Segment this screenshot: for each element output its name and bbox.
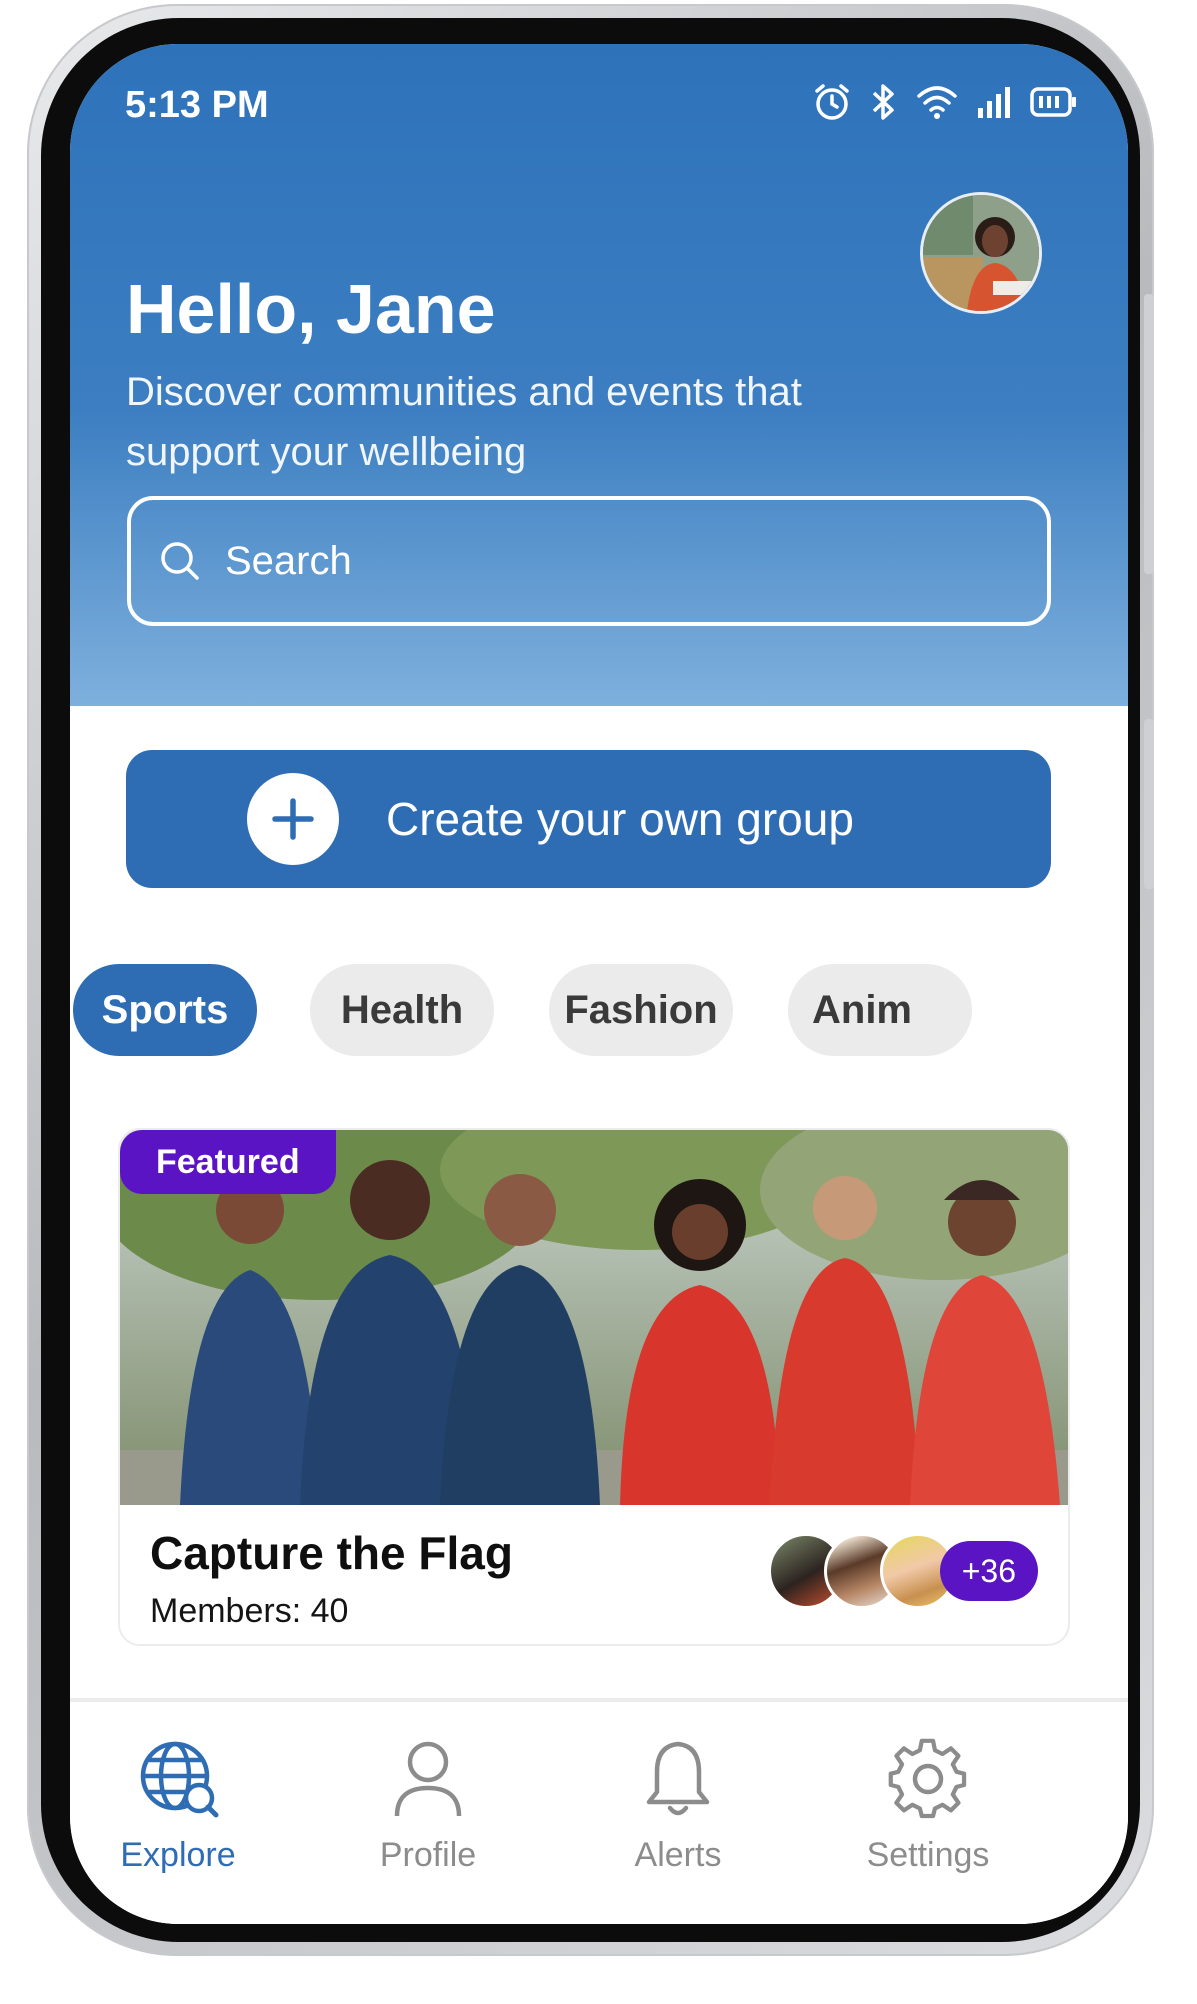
- alarm-icon: [815, 84, 849, 120]
- search-input[interactable]: [223, 537, 987, 585]
- featured-badge: Featured: [120, 1130, 336, 1194]
- member-avatars: +36: [767, 1533, 1038, 1609]
- gear-icon: [888, 1738, 967, 1819]
- category-chip-animals[interactable]: Anim: [788, 964, 972, 1056]
- category-chip-fashion[interactable]: Fashion: [549, 964, 733, 1056]
- category-chips: Sports Health Fashion Anim: [70, 964, 1128, 1056]
- category-chip-label: Anim: [812, 987, 912, 1032]
- volume-button: [1144, 294, 1154, 574]
- bell-icon: [646, 1741, 710, 1816]
- tab-settings[interactable]: Settings: [828, 1738, 1028, 1875]
- globe-search-icon: [140, 1741, 219, 1818]
- plus-icon: [247, 773, 339, 865]
- bottom-tab-bar: Explore Profile Alerts Settings: [70, 1698, 1128, 1924]
- signal-icon: [978, 87, 1010, 118]
- profile-avatar[interactable]: [920, 192, 1042, 314]
- wifi-icon: [917, 86, 957, 119]
- members-count: 40: [310, 1592, 349, 1630]
- bluetooth-icon: [872, 84, 894, 120]
- status-icons: [812, 82, 1078, 122]
- group-photo: Featured: [120, 1130, 1068, 1505]
- greeting-title: Hello, Jane: [126, 270, 496, 348]
- category-chip-label: Fashion: [564, 987, 718, 1032]
- group-title: Capture the Flag: [150, 1527, 513, 1579]
- avatar-photo: [923, 195, 1039, 311]
- create-group-label: Create your own group: [386, 793, 854, 845]
- tab-profile[interactable]: Profile: [328, 1738, 528, 1875]
- search-icon: [161, 542, 199, 580]
- header: 5:13 PM Hello, Jane Discover communities…: [70, 44, 1128, 706]
- create-group-button[interactable]: Create your own group: [126, 750, 1051, 888]
- tab-label: Settings: [866, 1836, 990, 1874]
- members-label: Members:: [150, 1592, 302, 1630]
- tab-label: Profile: [379, 1836, 477, 1874]
- tab-label: Explore: [120, 1836, 236, 1874]
- tab-alerts[interactable]: Alerts: [578, 1738, 778, 1875]
- tab-label: Alerts: [634, 1836, 722, 1874]
- user-icon: [394, 1741, 462, 1817]
- app-screen: 5:13 PM Hello, Jane Discover communities…: [70, 44, 1128, 1924]
- search-bar[interactable]: [127, 496, 1051, 626]
- category-chip-label: Sports: [101, 987, 229, 1032]
- featured-group-card[interactable]: Featured Capture the Flag Members: 40 +3…: [118, 1128, 1070, 1646]
- more-members-badge: +36: [939, 1541, 1038, 1601]
- status-time: 5:13 PM: [125, 84, 269, 126]
- greeting-subtitle: Discover communities and events that sup…: [126, 370, 802, 474]
- tab-explore[interactable]: Explore: [78, 1738, 278, 1875]
- category-chip-health[interactable]: Health: [310, 964, 494, 1056]
- category-chip-label: Health: [340, 987, 464, 1032]
- group-members: Members: 40: [150, 1592, 348, 1631]
- category-chip-sports[interactable]: Sports: [73, 964, 257, 1056]
- power-button: [1144, 719, 1154, 889]
- battery-icon: [1030, 87, 1076, 117]
